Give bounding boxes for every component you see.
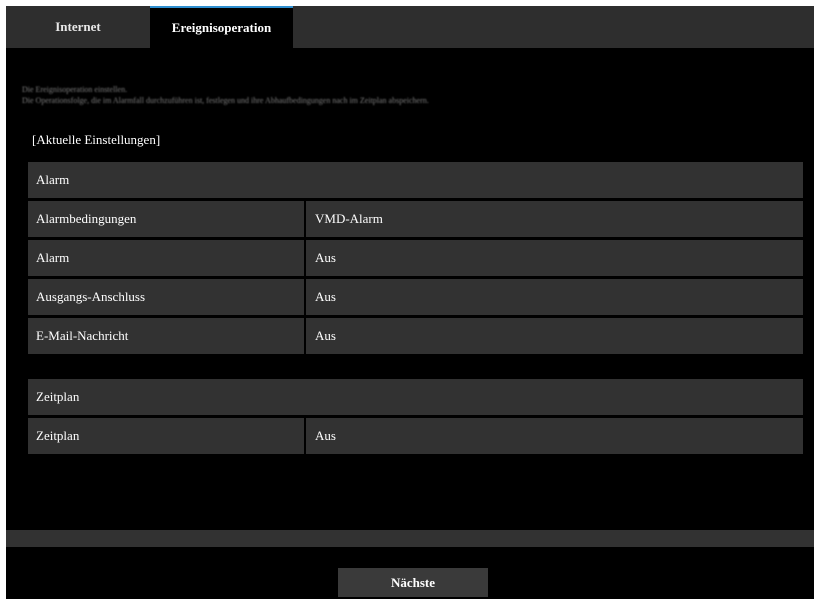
row-label: Alarmbedingungen	[28, 201, 304, 237]
table-row: E-Mail-Nachricht Aus	[28, 318, 803, 354]
description-line-1: Die Ereignisoperation einstellen.	[22, 85, 128, 94]
row-label: E-Mail-Nachricht	[28, 318, 304, 354]
table-row: Ausgangs-Anschluss Aus	[28, 279, 803, 315]
tab-internet[interactable]: Internet	[6, 6, 150, 48]
row-value: Aus	[306, 418, 803, 454]
description-text: Die Ereignisoperation einstellen. Die Op…	[22, 84, 802, 106]
tab-bar: Internet Ereignisoperation	[6, 6, 814, 48]
description-line-2: Die Operationsfolge, die im Alarmfall du…	[22, 96, 429, 105]
row-value: Aus	[306, 318, 803, 354]
settings-window: Internet Ereignisoperation Die Ereigniso…	[6, 6, 814, 599]
footer-divider	[6, 530, 814, 547]
table-row: Zeitplan Aus	[28, 418, 803, 454]
row-value: Aus	[306, 279, 803, 315]
row-value: Aus	[306, 240, 803, 276]
table-row: Alarm Aus	[28, 240, 803, 276]
table-row: Alarmbedingungen VMD-Alarm	[28, 201, 803, 237]
schedule-section-header: Zeitplan	[28, 379, 803, 415]
schedule-section-title: Zeitplan	[36, 389, 80, 404]
row-label: Ausgangs-Anschluss	[28, 279, 304, 315]
row-value: VMD-Alarm	[306, 201, 803, 237]
row-label: Zeitplan	[28, 418, 304, 454]
alarm-section-title: Alarm	[36, 172, 70, 187]
tab-ereignisoperation[interactable]: Ereignisoperation	[150, 6, 293, 48]
next-button[interactable]: Nächste	[338, 568, 488, 597]
row-label: Alarm	[28, 240, 304, 276]
alarm-section-header: Alarm	[28, 162, 803, 198]
current-settings-heading: [Aktuelle Einstellungen]	[32, 132, 161, 147]
